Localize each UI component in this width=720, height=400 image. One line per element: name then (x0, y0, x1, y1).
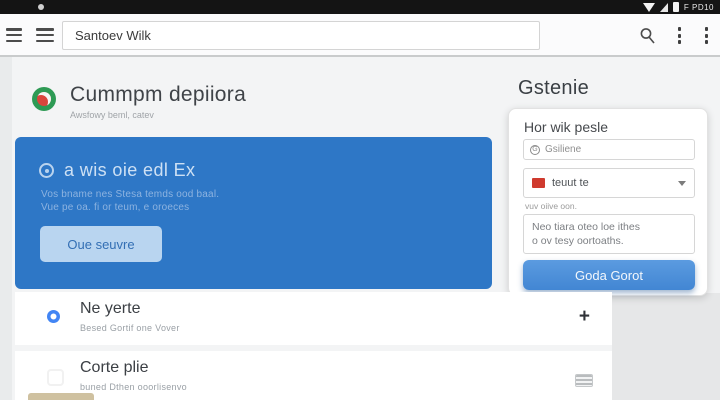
banner-title-row: a wis oie edl Ex (39, 160, 195, 181)
search-box (62, 21, 540, 50)
app-header: Cummpm depiiora Awsfowy beml, catev (32, 83, 246, 120)
account-field-value: Gsiliene (545, 144, 582, 155)
status-bar: F PD10 (0, 0, 720, 14)
submit-button[interactable]: Goda Gorot (523, 260, 695, 290)
account-icon: G (530, 144, 540, 155)
target-bullet-icon (39, 163, 54, 178)
left-gutter (0, 57, 12, 400)
page-content: Cummpm depiiora Awsfowy beml, catev a wi… (0, 57, 720, 400)
side-panel-card: Hor wik pesle G Gsiliene teuut te vuv oi… (508, 108, 708, 296)
list-item-title: Corte plie (80, 359, 149, 376)
hamburger-icon[interactable] (36, 28, 54, 42)
toolbar (0, 14, 720, 57)
tooltip-fragment (28, 393, 94, 400)
status-icons: F PD10 (642, 0, 714, 14)
side-panel-heading: Gstenie (518, 77, 590, 99)
grid-icon[interactable] (575, 374, 593, 387)
textarea-line2: o ov tesy oortoaths. (532, 235, 624, 247)
search-icon[interactable] (639, 27, 656, 45)
select-helper-text: vuv oiive oon. (525, 201, 577, 211)
more-options-icon[interactable] (703, 25, 710, 46)
app-logo-icon (32, 87, 56, 111)
add-icon[interactable]: + (579, 306, 590, 328)
list-item-subtitle: Besed Gortif one Vover (80, 323, 180, 333)
menu-icon[interactable] (6, 28, 22, 42)
account-field[interactable]: G Gsiliene (523, 139, 695, 160)
banner-action-button[interactable]: Oue seuvre (40, 226, 162, 262)
page-subtitle: Awsfowy beml, catev (70, 110, 154, 120)
toolbar-icons (639, 14, 710, 57)
banner-text-line2: Vue pe oa. fi or teum, e oroeces (41, 202, 190, 213)
list-item[interactable]: Ne yerte Besed Gortif one Vover + (15, 292, 612, 345)
screen: F PD10 Cummpm depiiora Awsfowy (0, 0, 720, 400)
select-label: teuut te (552, 177, 589, 189)
search-input[interactable] (63, 22, 539, 49)
status-time: F PD10 (683, 2, 714, 12)
banner-text-line1: Vos bname nes Stesa temds ood baal. (41, 189, 220, 200)
list-item-subtitle: buned Dthen ooorlisenvo (80, 382, 187, 392)
signal-icon (659, 2, 668, 12)
banner-title: a wis oie edl Ex (64, 160, 196, 180)
textarea-line1: Neo tiara oteo loe ithes (532, 221, 640, 233)
overflow-menu-icon[interactable] (676, 25, 683, 46)
wifi-icon (642, 2, 655, 12)
battery-icon (672, 2, 679, 12)
option-select[interactable]: teuut te (523, 168, 695, 198)
page-title: Cummpm depiiora (70, 83, 247, 106)
promo-banner: a wis oie edl Ex Vos bname nes Stesa tem… (15, 137, 492, 289)
list-item-title: Ne yerte (80, 300, 141, 317)
description-textarea[interactable]: Neo tiara oteo loe ithes o ov tesy oorto… (523, 214, 695, 254)
background-panel (612, 293, 720, 400)
chevron-down-icon (678, 180, 686, 186)
card-title: Hor wik pesle (524, 119, 609, 135)
list-item[interactable]: Corte plie buned Dthen ooorlisenvo (15, 351, 612, 400)
flag-icon (532, 178, 545, 188)
notification-dot-icon (38, 4, 44, 10)
